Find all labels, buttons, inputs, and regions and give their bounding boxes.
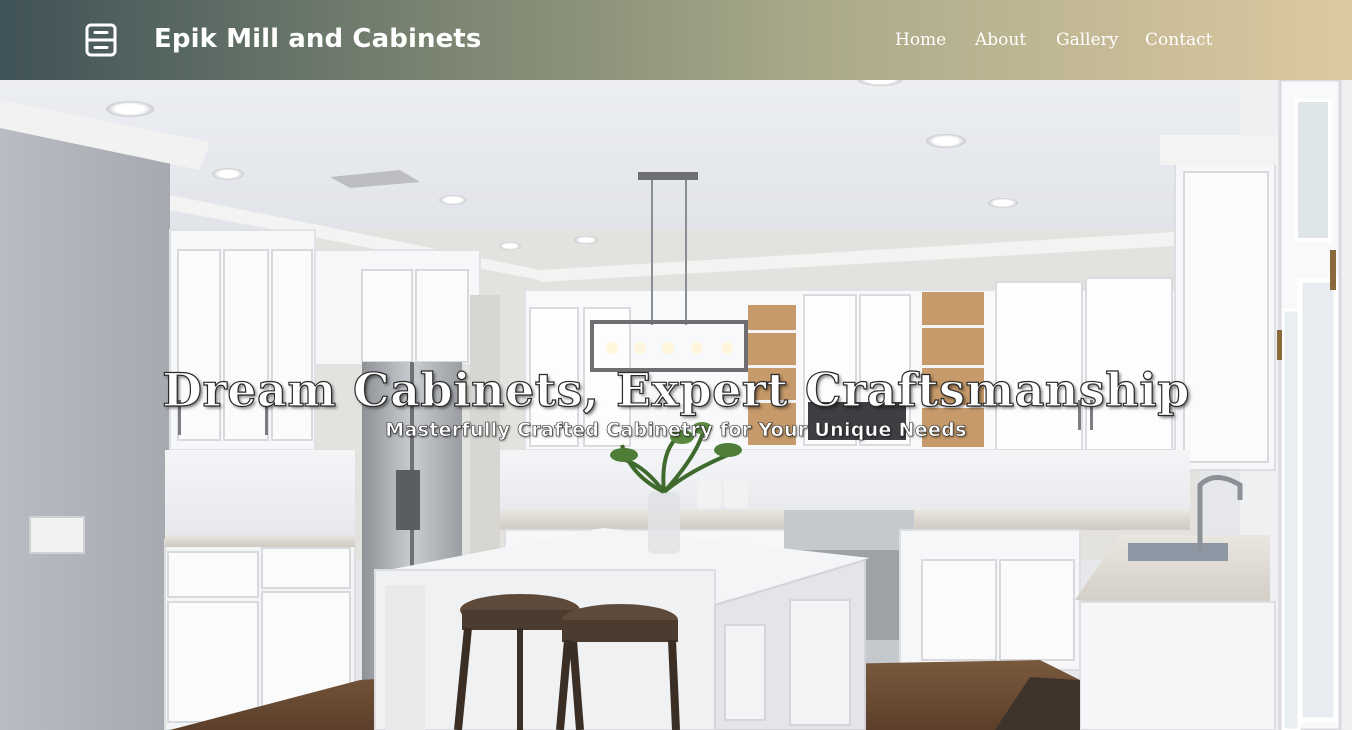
hero-subtitle: Masterfully Crafted Cabinetry for Your U… [385, 419, 967, 442]
hero-title: Dream Cabinets, Expert Craftsmanship [162, 362, 1190, 417]
nav-home-link[interactable]: Home [895, 30, 946, 50]
nav-contact-link[interactable]: Contact [1145, 30, 1213, 50]
nav-gallery-link[interactable]: Gallery [1056, 30, 1118, 50]
hero-section: Dream Cabinets, Expert Craftsmanship Mas… [0, 80, 1352, 730]
main-nav: Home About Gallery Contact [0, 30, 1352, 56]
nav-about-link[interactable]: About [975, 30, 1026, 50]
site-header: Epik Mill and Cabinets Home About Galler… [0, 0, 1352, 80]
